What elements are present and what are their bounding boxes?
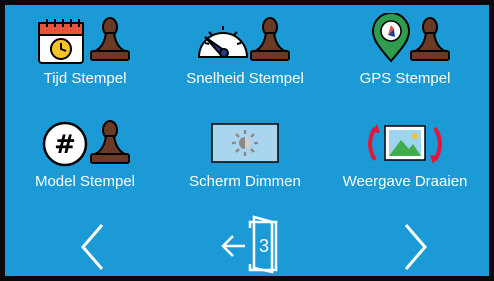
gps-pin-stamp-icon bbox=[371, 13, 450, 63]
menu-item-time-stamp[interactable]: Tijd Stempel bbox=[5, 5, 165, 95]
hash-stamp-icon: # bbox=[42, 120, 130, 167]
menu-item-label: GPS Stempel bbox=[359, 70, 451, 87]
menu-item-model-stamp[interactable]: # Model Stempel bbox=[5, 108, 165, 198]
page-number: 3 bbox=[258, 236, 269, 256]
menu-item-dim-screen[interactable]: Scherm Dimmen bbox=[165, 108, 325, 198]
settings-menu-screen: Tijd Stempel Snelheid Stempel GPS Stempe… bbox=[5, 5, 489, 276]
rotate-display-icon bbox=[368, 124, 442, 164]
dim-screen-icon bbox=[211, 123, 279, 163]
exit-button[interactable]: 3 bbox=[219, 212, 279, 276]
menu-item-speed-stamp[interactable]: Snelheid Stempel bbox=[165, 5, 325, 95]
speedometer-stamp-icon bbox=[197, 17, 290, 61]
menu-item-rotate-display[interactable]: Weergave Draaien bbox=[325, 108, 485, 198]
menu-item-gps-stamp[interactable]: GPS Stempel bbox=[325, 5, 485, 95]
chevron-left-icon[interactable] bbox=[78, 222, 108, 272]
menu-item-label: Snelheid Stempel bbox=[186, 70, 304, 87]
menu-item-label: Tijd Stempel bbox=[43, 70, 127, 87]
menu-item-label: Model Stempel bbox=[34, 173, 136, 190]
menu-item-label: Weergave Draaien bbox=[342, 173, 468, 190]
menu-item-label: Scherm Dimmen bbox=[189, 173, 301, 190]
svg-text:#: # bbox=[54, 130, 76, 160]
chevron-right-icon[interactable] bbox=[400, 222, 430, 272]
calendar-clock-stamp-icon bbox=[38, 17, 130, 64]
